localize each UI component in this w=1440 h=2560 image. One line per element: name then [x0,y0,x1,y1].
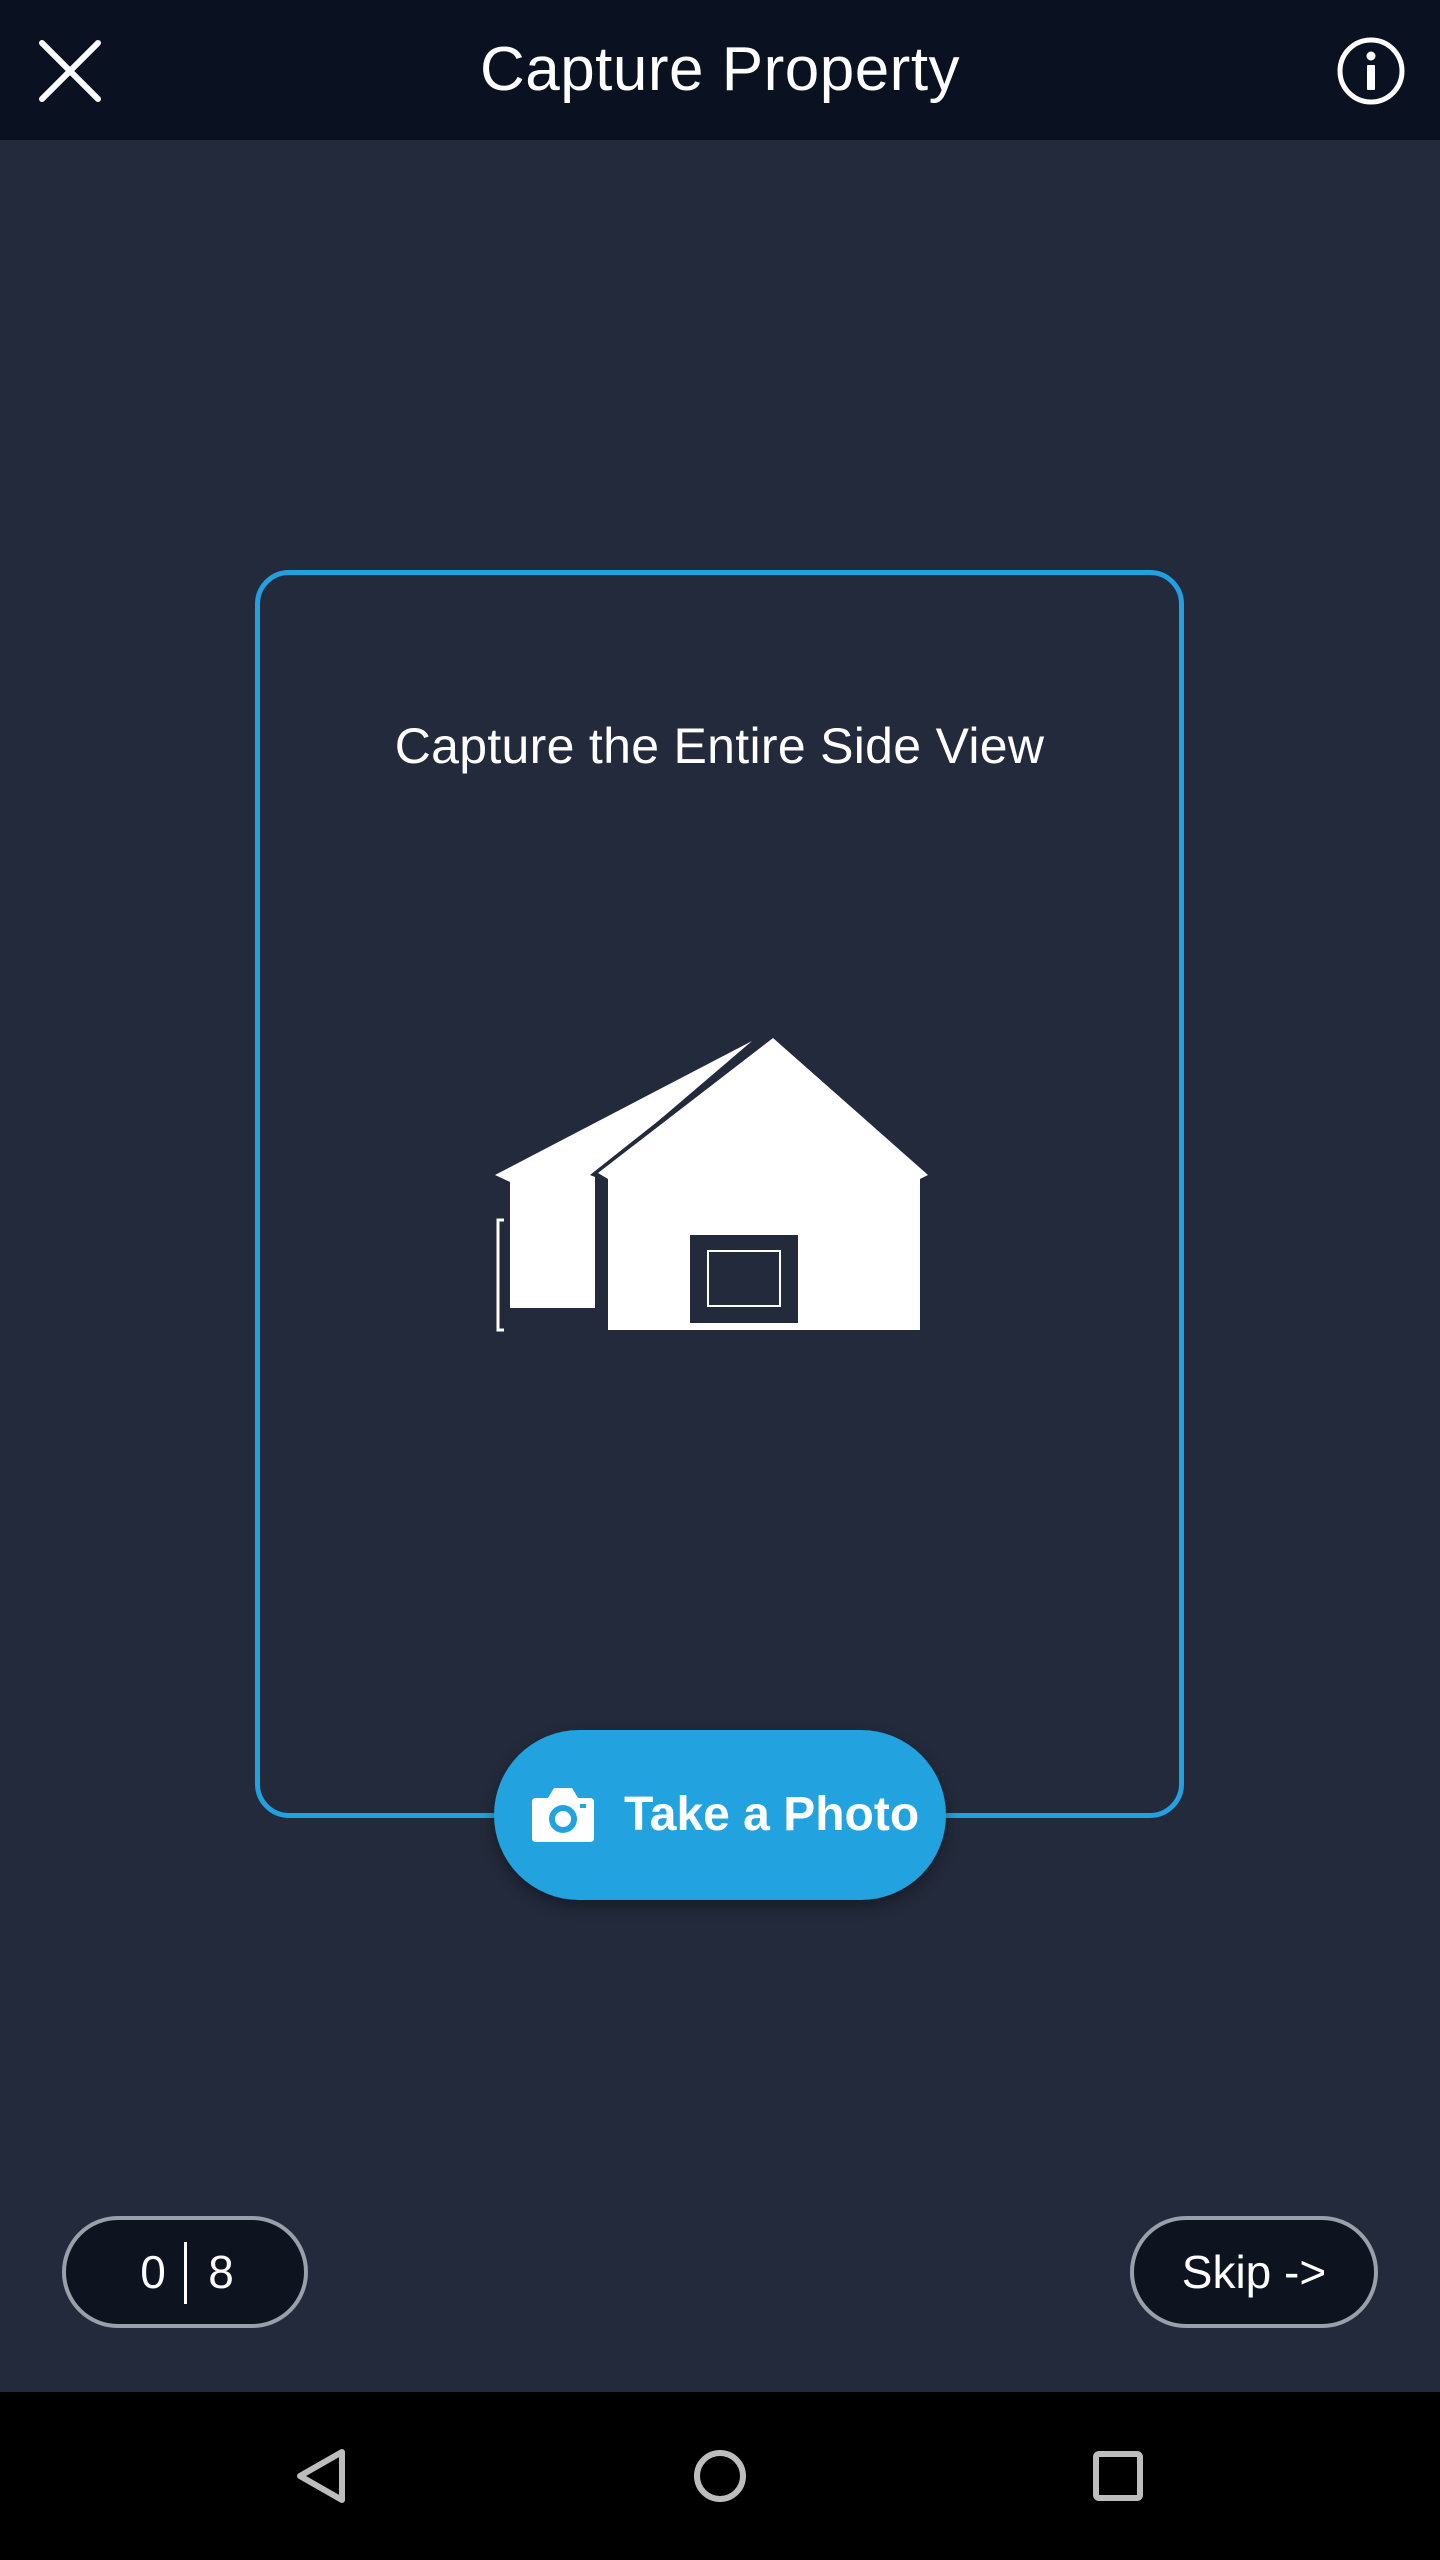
nav-recents-button[interactable] [1068,2426,1168,2526]
take-photo-button[interactable]: Take a Photo [494,1730,946,1900]
progress-divider [184,2242,187,2304]
take-photo-label: Take a Photo [624,1788,920,1841]
recents-icon[interactable] [1068,2426,1168,2526]
nav-home-button[interactable] [670,2426,770,2526]
close-button[interactable] [38,39,102,103]
camera-icon [530,1784,596,1844]
nav-back-button[interactable] [272,2426,372,2526]
progress-counter: 0 8 [62,2216,308,2328]
system-nav-bar [0,2392,1440,2560]
house-side-view-icon [490,1025,970,1370]
skip-button[interactable]: Skip -> [1130,2216,1378,2328]
info-icon[interactable] [1336,36,1406,106]
app-header: Capture Property [0,0,1440,140]
back-icon[interactable] [272,2426,372,2526]
capture-frame: Capture the Entire Side View [255,570,1184,1818]
home-icon[interactable] [670,2426,770,2526]
progress-total: 8 [208,2246,234,2298]
progress-current: 0 [140,2246,166,2298]
close-icon[interactable] [38,39,102,103]
page-title: Capture Property [479,35,961,104]
info-button[interactable] [1336,36,1406,106]
capture-instruction: Capture the Entire Side View [394,718,1045,774]
